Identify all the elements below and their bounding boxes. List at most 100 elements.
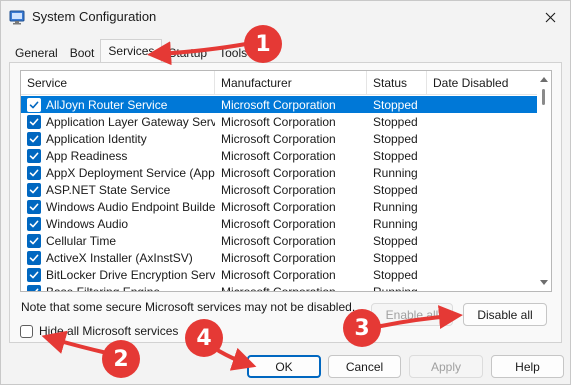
hide-microsoft-services-label[interactable]: Hide all Microsoft services [39, 324, 178, 338]
title-bar: System Configuration [1, 1, 570, 33]
checkmark-icon [30, 288, 39, 291]
service-row[interactable]: ASP.NET State Service Microsoft Corporati… [21, 181, 538, 198]
apply-button[interactable]: Apply [409, 355, 483, 378]
service-name: Windows Audio [46, 216, 129, 231]
service-status: Running [373, 165, 418, 180]
service-checkbox[interactable] [27, 97, 41, 112]
service-manufacturer: Microsoft Corporation [221, 114, 336, 129]
service-row[interactable]: AppX Deployment Service (AppX... Microsof… [21, 164, 538, 181]
service-status: Stopped [373, 97, 418, 112]
column-header-status[interactable]: Status [367, 71, 427, 95]
service-row[interactable]: App Readiness Microsoft Corporation Stoppe… [21, 147, 538, 164]
service-status: Stopped [373, 114, 418, 129]
service-row[interactable]: Windows Audio Microsoft Corporation Runnin… [21, 215, 538, 232]
service-row[interactable]: Windows Audio Endpoint Builder Microsoft … [21, 198, 538, 215]
service-name: Windows Audio Endpoint Builder [46, 199, 215, 214]
service-manufacturer: Microsoft Corporation [221, 250, 336, 265]
service-checkbox[interactable] [27, 165, 41, 180]
service-row[interactable]: AllJoyn Router Service Microsoft Corporat… [21, 96, 538, 113]
scroll-up-arrow-icon[interactable] [540, 77, 548, 82]
service-status: Running [373, 216, 418, 231]
service-manufacturer: Microsoft Corporation [221, 165, 336, 180]
checkmark-icon [29, 220, 39, 227]
window-title: System Configuration [32, 9, 157, 24]
column-header-date-disabled[interactable]: Date Disabled [427, 71, 538, 95]
service-checkbox[interactable] [27, 114, 41, 129]
annotation-arrow-4 [217, 347, 257, 371]
tab-strip: General Boot Services Startup Tools [9, 39, 253, 63]
checkmark-icon [29, 101, 39, 108]
service-name: ASP.NET State Service [46, 182, 171, 197]
tab-boot[interactable]: Boot [64, 42, 101, 63]
service-checkbox[interactable] [27, 216, 41, 231]
enable-all-button[interactable]: Enable all [371, 303, 453, 326]
hide-microsoft-services-box[interactable] [20, 324, 33, 338]
close-button[interactable] [530, 1, 570, 33]
service-row[interactable]: Base Filtering Engine Microsoft Corporati… [21, 283, 538, 292]
ok-button[interactable]: OK [247, 355, 321, 378]
service-status: Stopped [373, 131, 418, 146]
service-manufacturer: Microsoft Corporation [221, 97, 336, 112]
service-checkbox[interactable] [27, 250, 41, 265]
close-icon [545, 12, 555, 22]
service-name: Cellular Time [46, 233, 117, 248]
service-name: ActiveX Installer (AxInstSV) [46, 250, 193, 265]
services-list-rows: AllJoyn Router Service Microsoft Corporat… [21, 96, 538, 292]
checkmark-icon [29, 152, 39, 159]
service-row[interactable]: ActiveX Installer (AxInstSV) Microsoft Co… [21, 249, 538, 266]
service-manufacturer: Microsoft Corporation [221, 199, 336, 214]
checkmark-icon [29, 203, 39, 210]
service-name: AppX Deployment Service (AppX... [46, 165, 215, 180]
services-list[interactable]: Service Manufacturer Status Date Disable… [20, 70, 552, 292]
service-manufacturer: Microsoft Corporation [221, 233, 336, 248]
service-checkbox[interactable] [27, 182, 41, 197]
cancel-button[interactable]: Cancel [328, 355, 401, 378]
service-row[interactable]: Cellular Time Microsoft Corporation Stoppe… [21, 232, 538, 249]
help-button[interactable]: Help [491, 355, 564, 378]
service-row[interactable]: BitLocker Drive Encryption Service Micros… [21, 266, 538, 283]
column-header-service[interactable]: Service [21, 71, 215, 95]
service-status: Stopped [373, 148, 418, 163]
service-row[interactable]: Application Layer Gateway Service Microso… [21, 113, 538, 130]
service-manufacturer: Microsoft Corporation [221, 131, 336, 146]
column-header-manufacturer[interactable]: Manufacturer [215, 71, 367, 95]
service-row[interactable]: Application Identity Microsoft Corporatio… [21, 130, 538, 147]
tab-startup[interactable]: Startup [162, 42, 213, 63]
service-name: BitLocker Drive Encryption Service [46, 267, 215, 282]
service-checkbox[interactable] [27, 131, 41, 146]
tab-general[interactable]: General [9, 42, 64, 63]
checkmark-icon [29, 237, 39, 244]
service-checkbox[interactable] [27, 233, 41, 248]
services-note: Note that some secure Microsoft services… [21, 300, 356, 314]
scroll-down-arrow-icon[interactable] [540, 280, 548, 285]
service-status: Running [373, 284, 418, 292]
service-checkbox[interactable] [27, 267, 41, 282]
service-manufacturer: Microsoft Corporation [221, 267, 336, 282]
hide-microsoft-services-checkbox[interactable]: Hide all Microsoft services [20, 323, 178, 339]
disable-all-button[interactable]: Disable all [463, 303, 547, 326]
vertical-scrollbar[interactable] [537, 71, 551, 291]
tab-services[interactable]: Services [100, 39, 163, 63]
services-list-header: Service Manufacturer Status Date Disable… [21, 71, 538, 95]
checkmark-icon [29, 135, 39, 142]
system-config-icon [9, 10, 25, 25]
checkmark-icon [29, 118, 39, 125]
service-status: Stopped [373, 233, 418, 248]
system-configuration-window: System Configuration General Boot Servic… [0, 0, 571, 385]
checkmark-icon [29, 169, 39, 176]
checkmark-icon [29, 254, 39, 261]
checkmark-icon [29, 271, 39, 278]
scrollbar-thumb[interactable] [542, 89, 545, 105]
annotation-badge-4: 4 [185, 319, 223, 357]
service-checkbox[interactable] [27, 148, 41, 163]
service-name: Application Identity [46, 131, 147, 146]
service-status: Running [373, 199, 418, 214]
service-name: AllJoyn Router Service [46, 97, 168, 112]
service-manufacturer: Microsoft Corporation [221, 182, 336, 197]
service-manufacturer: Microsoft Corporation [221, 216, 336, 231]
service-name: Application Layer Gateway Service [46, 114, 215, 129]
service-status: Stopped [373, 182, 418, 197]
service-checkbox[interactable] [27, 284, 41, 291]
annotation-badge-3: 3 [343, 309, 381, 347]
service-checkbox[interactable] [27, 199, 41, 214]
